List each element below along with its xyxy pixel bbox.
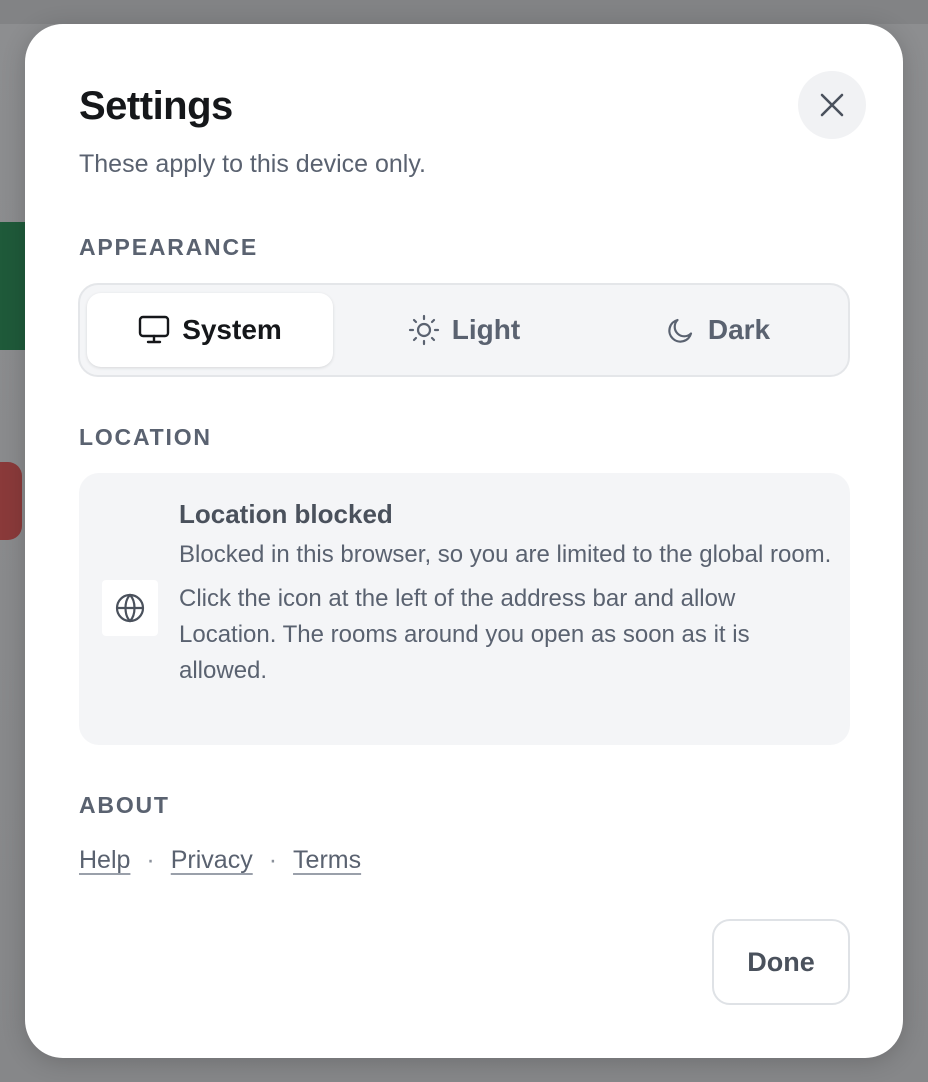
about-section-label: ABOUT	[79, 792, 170, 818]
privacy-link[interactable]: Privacy	[171, 846, 253, 875]
location-text: Location blocked Blocked in this browser…	[179, 497, 839, 689]
appearance-section-label: APPEARANCE	[79, 234, 259, 260]
appearance-toggle: System Light Dark	[78, 283, 850, 377]
close-button[interactable]	[798, 71, 866, 139]
location-status-title: Location blocked	[179, 499, 393, 529]
dialog-title: Settings	[79, 84, 233, 128]
background-panel-red	[0, 462, 22, 540]
terms-link[interactable]: Terms	[293, 846, 361, 875]
link-separator: ·	[268, 846, 278, 874]
sun-icon	[408, 314, 439, 346]
monitor-icon	[138, 315, 170, 344]
dialog-subtitle: These apply to this device only.	[79, 150, 426, 178]
location-status-description: Blocked in this browser, so you are limi…	[179, 541, 832, 568]
location-status-card: Location blocked Blocked in this browser…	[79, 473, 850, 745]
location-icon-container	[102, 580, 158, 636]
background-header	[0, 0, 928, 24]
link-separator: ·	[146, 846, 155, 874]
moon-icon	[668, 318, 692, 343]
appearance-option-label: Dark	[707, 314, 771, 345]
globe-icon	[115, 593, 145, 623]
appearance-option-label: Light	[451, 314, 521, 345]
done-button[interactable]: Done	[712, 919, 850, 1005]
appearance-option-dark[interactable]: Dark	[595, 293, 841, 367]
about-links: Help · Privacy · Terms	[79, 846, 361, 875]
settings-dialog: Settings These apply to this device only…	[25, 24, 903, 1058]
appearance-option-label: System	[182, 314, 282, 345]
appearance-option-light[interactable]: Light	[341, 293, 587, 367]
help-link[interactable]: Help	[79, 846, 130, 875]
appearance-option-system[interactable]: System	[87, 293, 333, 367]
close-icon	[820, 93, 844, 117]
location-instructions: Click the icon at the left of the addres…	[179, 585, 750, 684]
location-section-label: LOCATION	[79, 424, 212, 450]
